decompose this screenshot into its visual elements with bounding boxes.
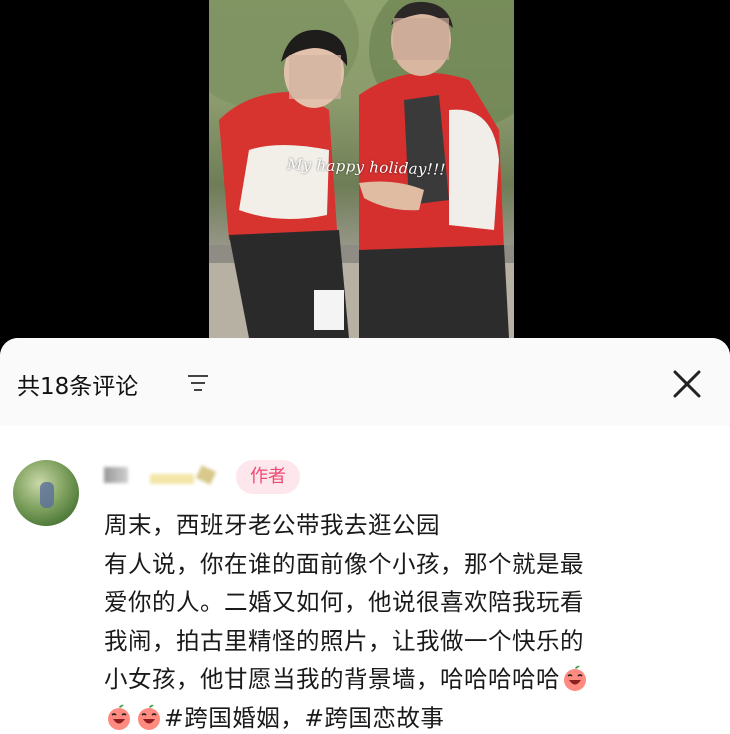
- hashtag-separator: ，: [280, 703, 305, 732]
- laughing-peach-emoji-icon: [108, 704, 130, 730]
- post-photo[interactable]: My happy holiday!!!: [209, 0, 514, 338]
- comment-line: 周末，西班牙老公带我去逛公园: [104, 511, 440, 539]
- laughing-peach-emoji-icon: [564, 665, 586, 691]
- avatar-figure: [40, 482, 54, 508]
- comment-count-title: 共18条评论: [17, 374, 139, 400]
- sort-icon[interactable]: [187, 373, 209, 393]
- post-image-area: My happy holiday!!!: [0, 0, 730, 338]
- hashtag-link[interactable]: #跨国恋故事: [304, 704, 444, 732]
- comments-sheet: 共18条评论 作者 周末，西班牙老公带我去逛公园 有人说，你在谁的面前像个小孩，…: [0, 338, 730, 734]
- comment-line: 爱你的人。二婚又如何，他说很喜欢陪我玩看: [104, 588, 584, 616]
- comment-item: 作者 周末，西班牙老公带我去逛公园 有人说，你在谁的面前像个小孩，那个就是最 爱…: [0, 446, 730, 734]
- username-blurred[interactable]: [104, 464, 217, 486]
- comment-text: 周末，西班牙老公带我去逛公园 有人说，你在谁的面前像个小孩，那个就是最 爱你的人…: [104, 506, 710, 734]
- hashtag-link[interactable]: #跨国婚姻: [164, 704, 280, 732]
- avatar[interactable]: [13, 460, 79, 526]
- username-blur-part: [195, 465, 217, 485]
- comment-line: 我闹，拍古里精怪的照片，让我做一个快乐的: [104, 626, 584, 655]
- comment-line-with-emoji: 小女孩，他甘愿当我的背景墙，哈哈哈哈哈: [104, 660, 710, 699]
- comment-line: 有人说，你在谁的面前像个小孩，那个就是最: [104, 549, 584, 578]
- author-badge: 作者: [236, 460, 300, 494]
- comment-line: 小女孩，他甘愿当我的背景墙，哈哈哈哈哈: [104, 665, 560, 693]
- comments-header: 共18条评论: [0, 338, 730, 426]
- laughing-peach-emoji-icon: [138, 704, 160, 730]
- comment-line-with-hashtags: #跨国婚姻，#跨国恋故事: [104, 699, 710, 734]
- username-blur-part: [104, 467, 128, 483]
- username-blur-part: [150, 474, 194, 484]
- close-icon[interactable]: [671, 368, 703, 400]
